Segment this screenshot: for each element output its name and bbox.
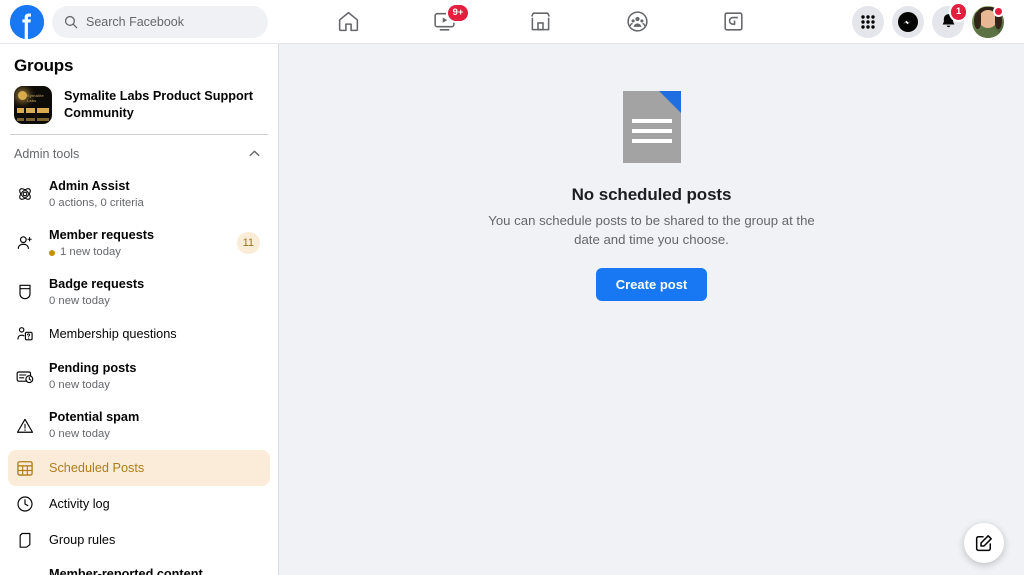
search-icon <box>64 15 78 28</box>
sidebar-item-group-rules[interactable]: Group rules <box>8 522 270 558</box>
home-icon <box>338 11 358 32</box>
avatar-body <box>975 28 1001 38</box>
document-icon <box>622 91 681 163</box>
sidebar-item-subtext: 1 new today <box>60 245 121 258</box>
group-name: Symalite Labs Product Support Community <box>64 89 253 120</box>
document-line <box>631 119 672 123</box>
group-avatar-band-2 <box>17 118 49 121</box>
sidebar-item-membership-questions[interactable]: Membership questions <box>8 316 270 352</box>
avatar-hair-left <box>974 11 981 29</box>
document-line <box>631 139 672 143</box>
sidebar-item-subtext-row: 1 new today <box>49 245 223 261</box>
nav-marketplace-button[interactable] <box>512 2 570 42</box>
avatar-status-dot <box>993 5 1004 17</box>
compose-fab-button[interactable] <box>964 523 1004 563</box>
document-line <box>631 129 672 133</box>
groups-icon <box>627 11 648 32</box>
new-indicator-dot <box>49 249 55 256</box>
sidebar-item-label: Member-reported content <box>49 567 203 575</box>
topbar-left-section: Search Facebook <box>0 4 280 39</box>
sidebar-item-label: Membership questions <box>49 327 177 342</box>
membership-questions-icon <box>15 324 35 344</box>
left-sidebar: Groups Symalite Labs Symalite Labs Produ… <box>0 44 279 575</box>
sidebar-item-pending-posts[interactable]: Pending posts 0 new today <box>8 352 270 401</box>
member-requests-count-badge: 11 <box>236 232 260 255</box>
facebook-logo[interactable] <box>10 4 44 39</box>
compose-icon <box>975 535 992 552</box>
sidebar-item-label: Scheduled Posts <box>49 461 145 476</box>
sidebar-item-label: Admin Assist <box>49 179 130 193</box>
sidebar-item-member-requests[interactable]: Member requests 1 new today 11 <box>8 219 270 268</box>
sidebar-item-label: Pending posts <box>49 361 137 376</box>
top-navigation-bar: Search Facebook 9+ 1 <box>0 0 1024 44</box>
group-avatar-text: Symalite Labs <box>27 93 44 103</box>
nav-gaming-button[interactable] <box>705 2 763 42</box>
clock-icon <box>15 494 35 514</box>
empty-state-heading: No scheduled posts <box>571 185 732 204</box>
pending-posts-icon <box>15 367 35 387</box>
sidebar-item-subtext: 0 new today <box>49 379 110 392</box>
pages-icon <box>15 530 35 550</box>
admin-tools-label: Admin tools <box>14 146 80 161</box>
sidebar-item-label: Member requests <box>49 227 155 242</box>
document-fold <box>658 91 681 113</box>
video-badge: 9+ <box>445 2 471 23</box>
group-avatar-glow <box>18 91 27 100</box>
sidebar-item-label: Potential spam <box>49 410 140 425</box>
sidebar-item-member-reported-content[interactable]: Member-reported content 0 new today <box>8 558 270 575</box>
search-placeholder: Search Facebook <box>86 14 184 29</box>
sidebar-item-subtext: 0 actions, 0 criteria <box>49 197 144 209</box>
notifications-button[interactable]: 1 <box>932 1 969 38</box>
group-avatar-band-1 <box>17 108 49 113</box>
messenger-icon <box>898 11 918 32</box>
sidebar-item-label: Badge requests <box>49 276 145 291</box>
nav-groups-button[interactable] <box>608 2 666 42</box>
main-content-area: No scheduled posts You can schedule post… <box>279 44 1024 575</box>
warning-triangle-icon <box>15 416 35 436</box>
storefront-icon <box>531 12 551 31</box>
sidebar-item-label: Group rules <box>49 533 116 548</box>
nav-video-button[interactable]: 9+ <box>416 2 474 42</box>
sidebar-item-admin-assist[interactable]: Admin Assist 0 actions, 0 criteria <box>8 170 270 219</box>
page-title: Groups <box>14 56 74 75</box>
group-avatar: Symalite Labs <box>14 86 52 124</box>
sidebar-item-label: Activity log <box>49 497 110 512</box>
create-post-button[interactable]: Create post <box>595 268 708 302</box>
admin-tools-section-header[interactable]: Admin tools <box>0 135 278 170</box>
empty-state-description: You can schedule posts to be shared to t… <box>488 213 815 248</box>
badge-shield-icon <box>15 282 35 302</box>
empty-state: No scheduled posts You can schedule post… <box>437 44 867 302</box>
gaming-icon <box>724 12 743 31</box>
sidebar-item-subtext: 0 new today <box>49 294 110 307</box>
group-entry[interactable]: Symalite Labs Symalite Labs Product Supp… <box>0 82 278 134</box>
topbar-nav-tabs: 9+ <box>280 0 852 44</box>
search-input[interactable]: Search Facebook <box>52 5 268 38</box>
sidebar-item-subtext: 0 new today <box>49 428 110 441</box>
grid-menu-icon <box>861 14 875 29</box>
admin-assist-icon <box>15 184 35 204</box>
calendar-icon <box>15 458 35 478</box>
topbar-right-section: 1 <box>852 1 1024 38</box>
sidebar-item-potential-spam[interactable]: Potential spam 0 new today <box>8 401 270 450</box>
notifications-badge: 1 <box>949 1 969 22</box>
sidebar-item-badge-requests[interactable]: Badge requests 0 new today <box>8 268 270 317</box>
sidebar-item-scheduled-posts[interactable]: Scheduled Posts <box>8 450 270 487</box>
chevron-up-icon[interactable] <box>247 146 262 161</box>
nav-home-button[interactable] <box>319 2 377 42</box>
sidebar-item-activity-log[interactable]: Activity log <box>8 486 270 522</box>
menu-button[interactable] <box>852 5 884 38</box>
messenger-button[interactable] <box>892 5 924 38</box>
person-add-icon <box>15 233 35 253</box>
admin-tools-list: Admin Assist 0 actions, 0 criteria Membe… <box>0 170 278 575</box>
